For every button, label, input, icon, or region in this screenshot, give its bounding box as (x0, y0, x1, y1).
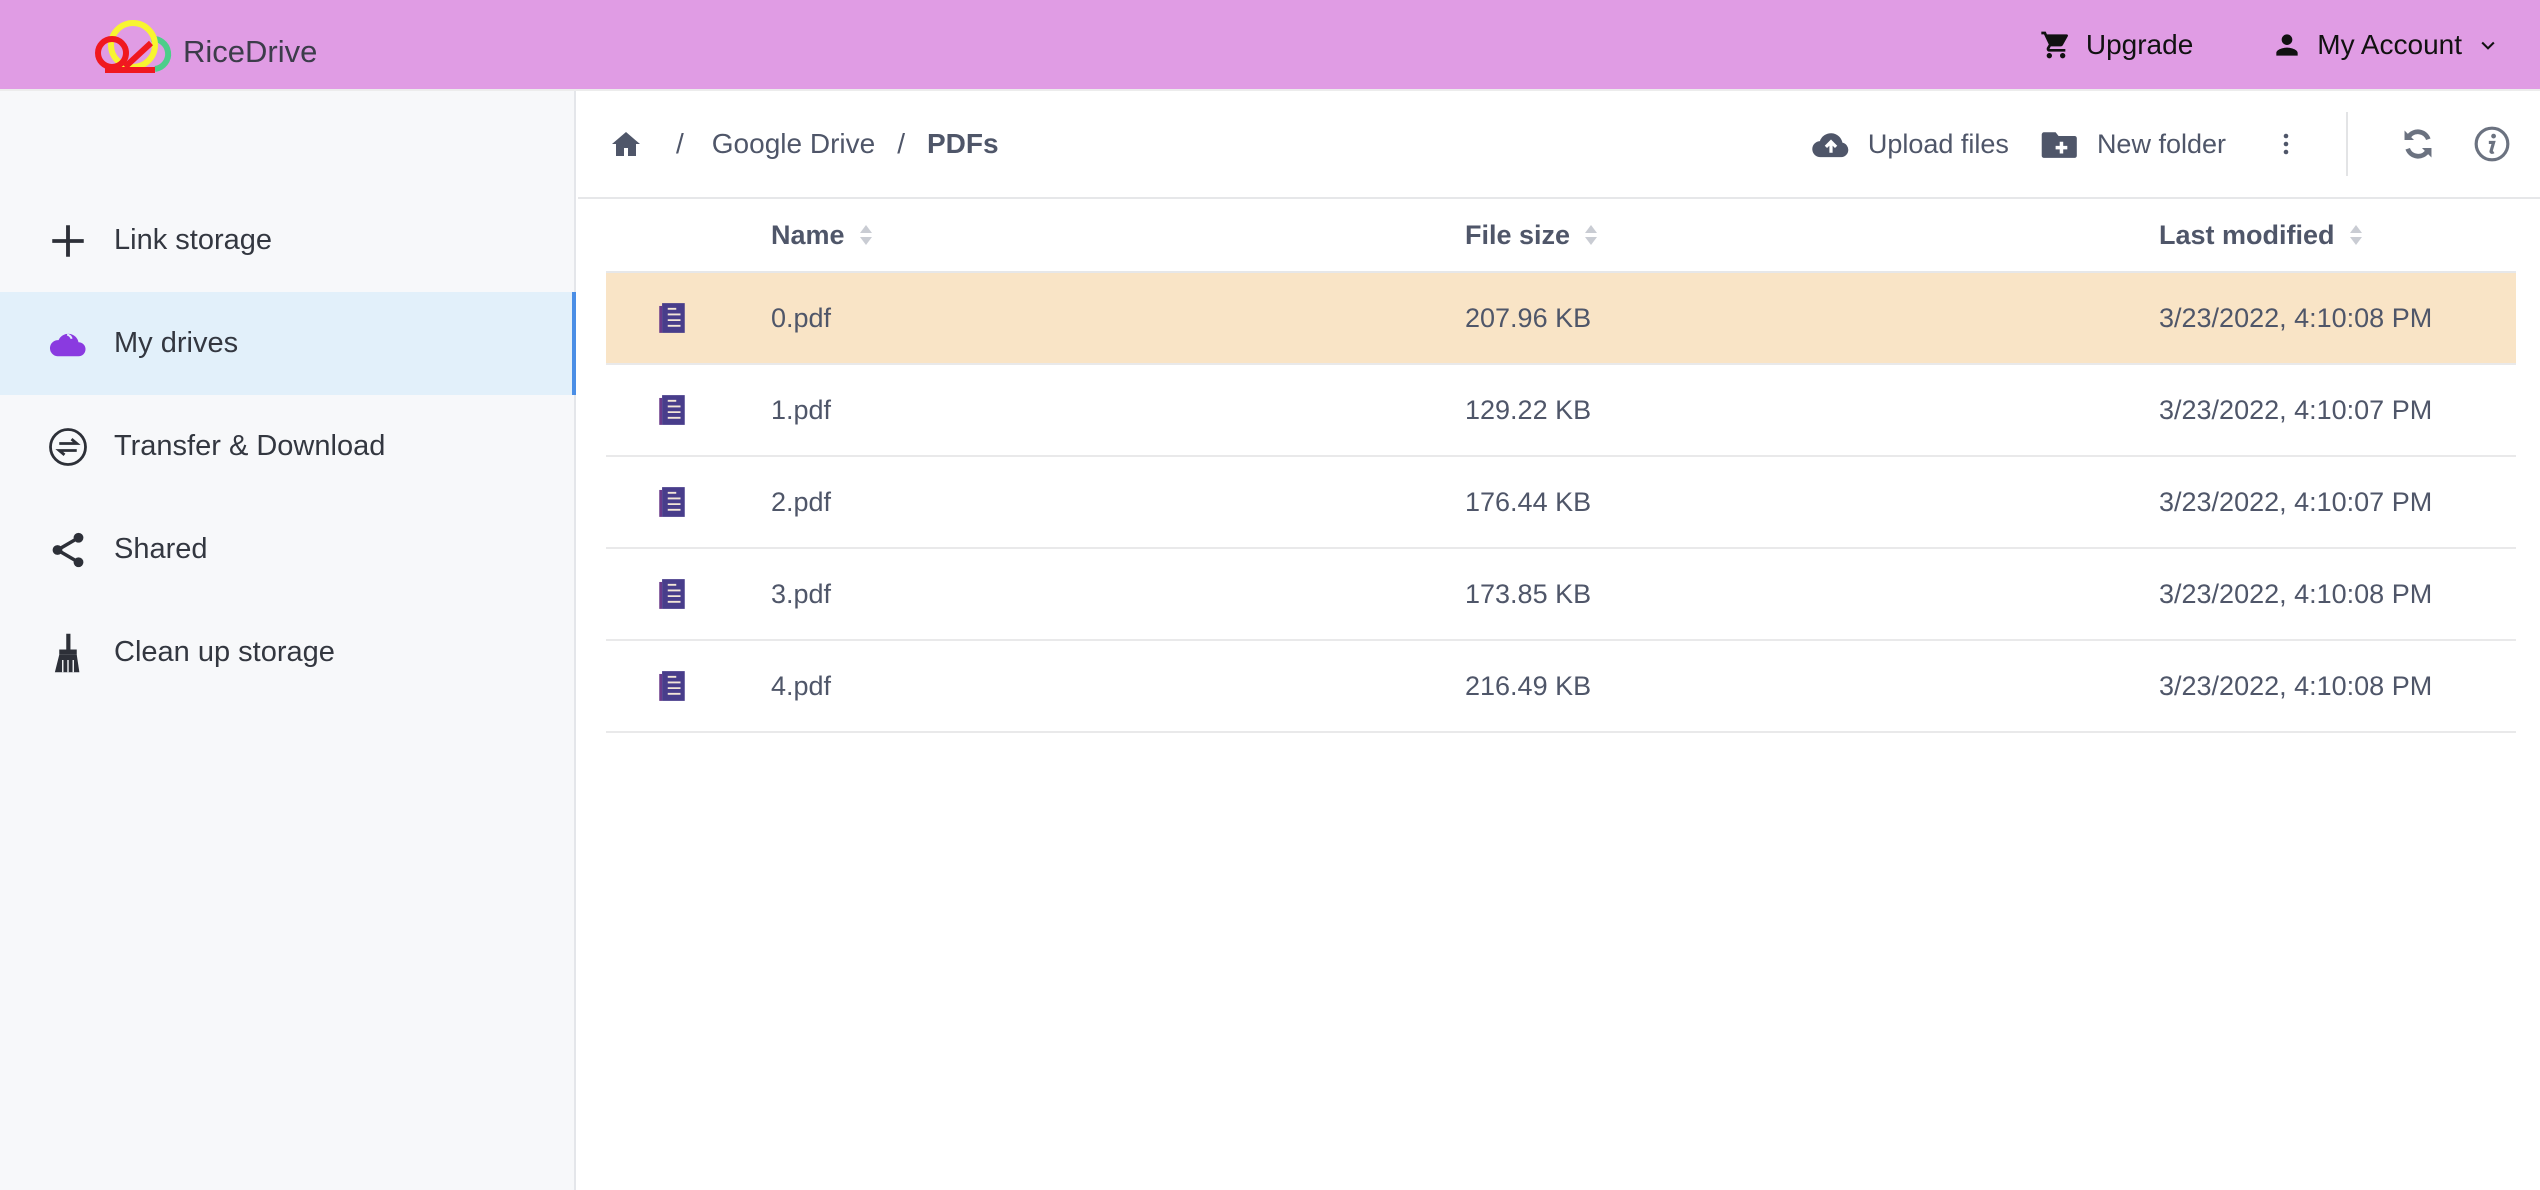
file-size: 129.22 KB (1465, 394, 1592, 425)
sidebar-item-label: My drives (114, 327, 239, 359)
brand-logo[interactable]: RiceDrive (95, 17, 317, 75)
app-name: RiceDrive (183, 34, 318, 69)
sort-icon (859, 224, 873, 246)
top-bar: RiceDrive Upgrade My Account (0, 0, 2540, 91)
home-icon[interactable] (610, 128, 642, 160)
upgrade-button[interactable]: Upgrade (2040, 29, 2193, 61)
upload-files-label: Upload files (1867, 128, 2009, 159)
file-last-modified: 3/23/2022, 4:10:07 PM (2159, 486, 2433, 517)
file-size: 216.49 KB (1465, 670, 1592, 701)
file-last-modified: 3/23/2022, 4:10:07 PM (2159, 394, 2433, 425)
pdf-file-icon (658, 303, 685, 333)
table-row[interactable]: 3.pdf 173.85 KB 3/23/2022, 4:10:08 PM (606, 549, 2516, 641)
table-row[interactable]: 1.pdf 129.22 KB 3/23/2022, 4:10:07 PM (606, 365, 2516, 457)
transfer-icon (46, 425, 90, 469)
table-row[interactable]: 2.pdf 176.44 KB 3/23/2022, 4:10:07 PM (606, 457, 2516, 549)
toolbar-divider (2346, 112, 2348, 176)
cart-icon (2041, 31, 2068, 58)
file-last-modified: 3/23/2022, 4:10:08 PM (2159, 578, 2433, 609)
cloud-icon (46, 322, 90, 366)
column-header-name: Name (771, 219, 845, 250)
breadcrumb-current-folder: PDFs (926, 128, 999, 159)
file-last-modified: 3/23/2022, 4:10:08 PM (2159, 302, 2433, 333)
refresh-icon (2404, 129, 2432, 159)
broom-icon (46, 631, 90, 675)
upload-files-button[interactable]: Upload files (1812, 127, 2009, 161)
ricedrive-logo-icon (95, 20, 172, 73)
share-icon (46, 528, 90, 572)
refresh-button[interactable] (2398, 124, 2438, 164)
pdf-file-icon (658, 395, 685, 425)
pdf-file-icon (658, 671, 685, 701)
file-name: 1.pdf (771, 394, 832, 425)
file-name: 3.pdf (771, 578, 832, 609)
file-size: 207.96 KB (1465, 302, 1592, 333)
file-size: 173.85 KB (1465, 578, 1592, 609)
kebab-menu-icon (2283, 133, 2289, 155)
sort-by-last-modified[interactable]: Last modified (2159, 220, 2516, 251)
my-account-menu[interactable]: My Account (2271, 29, 2498, 61)
sidebar-item-label: Transfer & Download (114, 430, 386, 462)
sort-by-name[interactable]: Name (771, 220, 1465, 251)
breadcrumb: / Google Drive / PDFs (610, 91, 999, 197)
new-folder-label: New folder (2096, 128, 2226, 159)
folder-plus-icon (2041, 132, 2077, 158)
upgrade-label: Upgrade (2085, 28, 2194, 60)
breadcrumb-google-drive[interactable]: Google Drive (712, 128, 875, 160)
sort-icon (2349, 224, 2363, 246)
table-row[interactable]: 0.pdf 207.96 KB 3/23/2022, 4:10:08 PM (606, 273, 2516, 365)
table-header: Name File size Last modified (606, 199, 2516, 273)
toolbar: / Google Drive / PDFs Upload files New f… (578, 91, 2540, 199)
sidebar-item-link-storage[interactable]: Link storage (0, 189, 574, 292)
sidebar-item-my-drives[interactable]: My drives (0, 292, 576, 395)
sort-by-file-size[interactable]: File size (1465, 220, 2159, 251)
info-icon (2474, 126, 2510, 162)
column-header-last-modified: Last modified (2159, 219, 2335, 250)
breadcrumb-separator: / (897, 128, 905, 159)
info-button[interactable] (2472, 124, 2512, 164)
file-name: 4.pdf (771, 670, 832, 701)
cloud-upload-icon (1812, 133, 1849, 158)
sidebar: Link storage My drives Transfer & Downlo… (0, 91, 576, 1190)
sidebar-item-clean-up-storage[interactable]: Clean up storage (0, 601, 574, 704)
file-name: 0.pdf (771, 302, 832, 333)
pdf-file-icon (658, 579, 685, 609)
sidebar-item-label: Link storage (114, 224, 272, 256)
sidebar-item-shared[interactable]: Shared (0, 498, 574, 601)
chevron-down-icon (2481, 41, 2495, 50)
file-size: 176.44 KB (1465, 486, 1592, 517)
sidebar-item-label: Shared (114, 533, 208, 565)
table-row[interactable]: 4.pdf 216.49 KB 3/23/2022, 4:10:08 PM (606, 641, 2516, 733)
file-name: 2.pdf (771, 486, 832, 517)
sort-icon (1584, 224, 1598, 246)
column-header-file-size: File size (1465, 219, 1571, 250)
user-icon (2276, 33, 2298, 56)
sidebar-item-transfer-download[interactable]: Transfer & Download (0, 395, 574, 498)
plus-icon (46, 219, 90, 263)
breadcrumb-separator: / (676, 128, 684, 159)
pdf-file-icon (658, 487, 685, 517)
new-folder-button[interactable]: New folder (2041, 127, 2226, 161)
sidebar-item-label: Clean up storage (114, 636, 335, 668)
more-options-button[interactable] (2266, 124, 2306, 164)
file-table: Name File size Last modified 0.pdf 207.9… (606, 199, 2516, 733)
file-last-modified: 3/23/2022, 4:10:08 PM (2159, 670, 2433, 701)
account-label: My Account (2317, 28, 2462, 60)
